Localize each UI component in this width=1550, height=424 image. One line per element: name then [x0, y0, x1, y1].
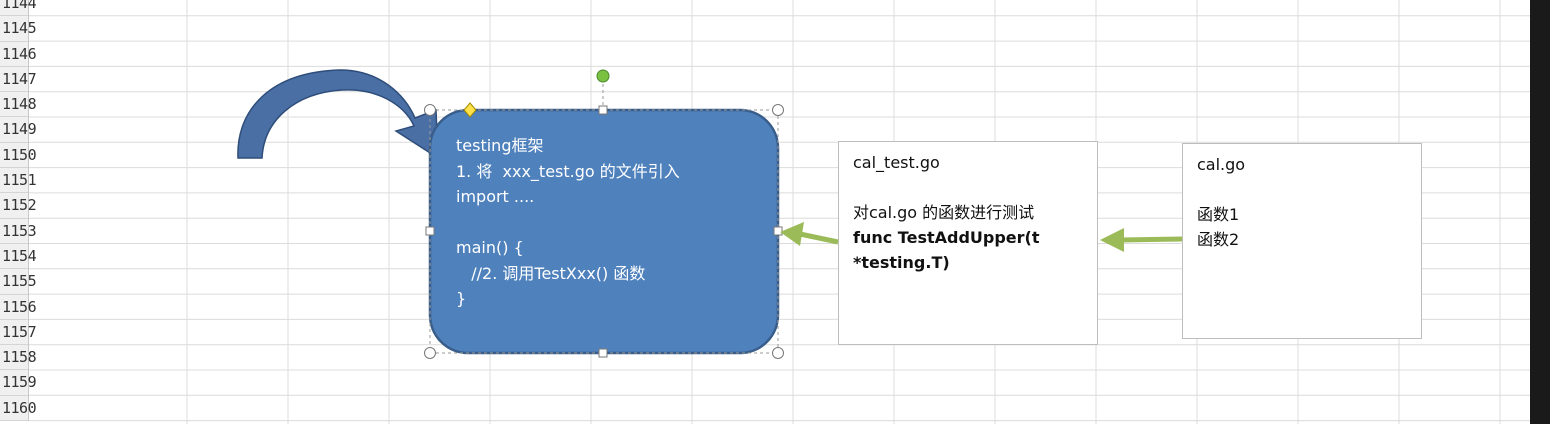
arrow-to-rounded-box[interactable]	[780, 222, 839, 246]
resize-handle-top[interactable]	[598, 105, 608, 115]
rounded-box-line-main: main() {	[456, 238, 524, 257]
resize-handle-right[interactable]	[773, 226, 783, 236]
cal-test-blank	[853, 175, 1097, 200]
rounded-box-line-blank	[456, 210, 766, 236]
rotation-handle[interactable]	[596, 69, 610, 83]
rounded-box-line-import: import ....	[456, 187, 535, 206]
cal-item-2: 函数2	[1197, 230, 1240, 249]
rounded-box-line-title: testing框架	[456, 136, 544, 155]
resize-handle-bottom-left[interactable]	[424, 347, 436, 359]
cal-test-code-line2: *testing.T)	[853, 253, 950, 272]
cal-test-title: cal_test.go	[853, 153, 940, 172]
cal-textbox[interactable]: cal.go 函数1 函数2	[1182, 143, 1422, 339]
rounded-box-text[interactable]: testing框架 1. 将 xxx_test.go 的文件引入 import …	[456, 133, 766, 312]
cal-test-desc: 对cal.go 的函数进行测试	[853, 203, 1035, 222]
resize-handle-bottom[interactable]	[598, 348, 608, 358]
resize-handle-bottom-right[interactable]	[772, 347, 784, 359]
cal-title: cal.go	[1197, 155, 1246, 174]
rounded-box-line-step1: 1. 将 xxx_test.go 的文件引入	[456, 161, 680, 181]
rounded-box-line-close: }	[456, 289, 467, 308]
resize-handle-left[interactable]	[425, 226, 435, 236]
cal-test-textbox[interactable]: cal_test.go 对cal.go 的函数进行测试 func TestAdd…	[838, 141, 1098, 345]
resize-handle-top-left[interactable]	[424, 104, 436, 116]
cal-blank	[1197, 177, 1421, 202]
cal-test-code-line1: func TestAddUpper(t	[853, 228, 1040, 247]
resize-handle-top-right[interactable]	[772, 104, 784, 116]
curved-arrow-shape[interactable]	[237, 69, 439, 160]
cal-item-1: 函数1	[1197, 205, 1240, 224]
arrow-to-cal-test-box[interactable]	[1100, 228, 1183, 252]
rounded-box-line-step2: //2. 调用TestXxx() 函数	[456, 263, 646, 283]
